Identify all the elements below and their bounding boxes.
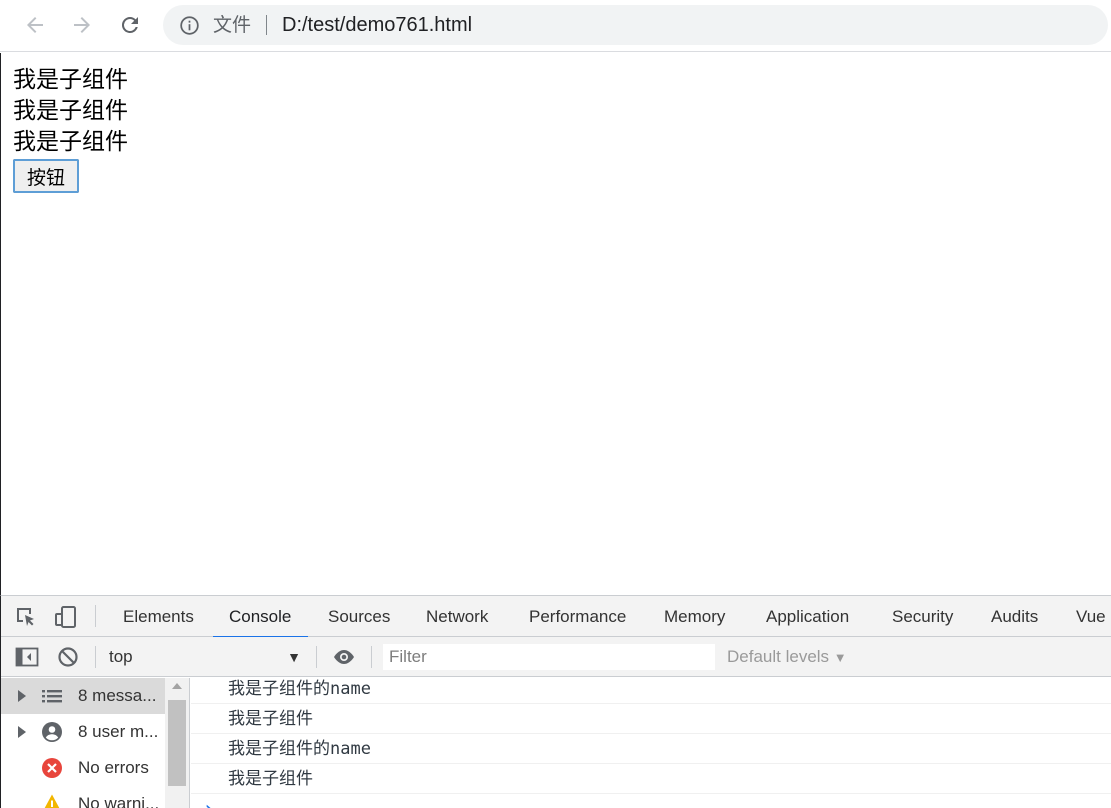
tab-console[interactable]: Console <box>212 596 309 638</box>
tab-elements[interactable]: Elements <box>123 596 194 637</box>
address-bar[interactable]: 文件 D:/test/demo761.html <box>163 5 1108 45</box>
console-messages: 我是子组件的name 我是子组件 我是子组件的name 我是子组件 › <box>191 678 1111 808</box>
console-message-text: 我是子组件的name <box>228 679 371 699</box>
console-message[interactable]: 我是子组件的name <box>191 678 1111 704</box>
toolbar-divider <box>95 646 96 668</box>
devtools-tabbar: Elements Console Sources Network Perform… <box>1 596 1111 638</box>
tab-security[interactable]: Security <box>892 596 953 637</box>
toolbar-divider <box>371 646 372 668</box>
warning-icon <box>41 793 63 808</box>
child-component-text: 我是子组件 <box>13 67 128 93</box>
scroll-up-icon[interactable] <box>172 683 182 689</box>
console-message[interactable]: 我是子组件的name <box>191 734 1111 764</box>
tab-memory[interactable]: Memory <box>664 596 725 637</box>
tab-vue[interactable]: Vue <box>1076 596 1106 637</box>
list-icon <box>41 685 63 707</box>
context-select[interactable]: top ▼ <box>109 645 305 669</box>
forward-icon[interactable] <box>67 10 97 40</box>
sidebar-item-label: No errors <box>78 758 149 777</box>
page-content: 我是子组件 我是子组件 我是子组件 按钮 <box>0 53 1111 595</box>
log-levels-dropdown[interactable]: Default levels ▼ <box>727 645 847 670</box>
console-message[interactable]: 我是子组件 <box>191 764 1111 794</box>
sidebar-item-label: 8 messa... <box>78 686 157 705</box>
tab-network[interactable]: Network <box>426 596 488 637</box>
sidebar-item-label: No warni... <box>78 794 160 808</box>
context-value: top <box>109 647 133 666</box>
tab-application[interactable]: Application <box>766 596 849 637</box>
chevron-down-icon: ▼ <box>287 649 301 665</box>
console-sidebar: 8 messa... 8 user m... No errors No warn… <box>1 678 190 808</box>
console-message[interactable]: 我是子组件 <box>191 704 1111 734</box>
inspect-element-icon[interactable] <box>14 605 38 629</box>
expand-arrow-icon[interactable] <box>18 690 26 702</box>
info-icon[interactable] <box>179 15 200 36</box>
filter-input[interactable] <box>383 644 715 670</box>
toolbar-divider <box>95 605 96 627</box>
prompt-chevron-icon[interactable]: › <box>203 798 214 808</box>
device-toolbar-icon[interactable] <box>54 605 78 629</box>
tab-audits[interactable]: Audits <box>991 596 1038 637</box>
url-text[interactable]: D:/test/demo761.html <box>282 13 472 37</box>
scrollbar-thumb[interactable] <box>168 700 186 786</box>
console-message-text: 我是子组件的name <box>228 739 371 759</box>
tab-sources[interactable]: Sources <box>328 596 390 637</box>
console-message-text: 我是子组件 <box>228 769 313 789</box>
clear-console-icon[interactable] <box>57 646 79 668</box>
sidebar-scrollbar[interactable] <box>165 678 189 808</box>
back-icon[interactable] <box>20 10 50 40</box>
chevron-down-icon: ▼ <box>833 650 847 665</box>
user-icon <box>41 721 63 743</box>
sidebar-item-errors[interactable]: No errors <box>1 750 165 786</box>
log-levels-label: Default levels <box>727 647 830 666</box>
omnibox-divider <box>266 15 267 35</box>
tab-performance[interactable]: Performance <box>529 596 626 637</box>
toolbar-divider <box>316 646 317 668</box>
browser-toolbar: 文件 D:/test/demo761.html <box>0 0 1111 52</box>
sidebar-item-label: 8 user m... <box>78 722 159 741</box>
scheme-label: 文件 <box>213 14 252 36</box>
sidebar-toggle-icon[interactable] <box>15 647 39 667</box>
page-button[interactable]: 按钮 <box>13 159 79 193</box>
console-toolbar: top ▼ Default levels ▼ <box>1 637 1111 677</box>
sidebar-item-messages[interactable]: 8 messa... <box>1 678 165 714</box>
reload-icon[interactable] <box>115 10 145 40</box>
sidebar-item-user-messages[interactable]: 8 user m... <box>1 714 165 750</box>
child-component-text: 我是子组件 <box>13 129 128 155</box>
error-icon <box>41 757 63 779</box>
sidebar-item-warnings[interactable]: No warni... <box>1 786 165 808</box>
console-message-text: 我是子组件 <box>228 709 313 729</box>
expand-arrow-icon[interactable] <box>18 726 26 738</box>
child-component-text: 我是子组件 <box>13 98 128 124</box>
eye-icon[interactable] <box>331 647 357 667</box>
devtools-panel: Elements Console Sources Network Perform… <box>0 595 1111 808</box>
